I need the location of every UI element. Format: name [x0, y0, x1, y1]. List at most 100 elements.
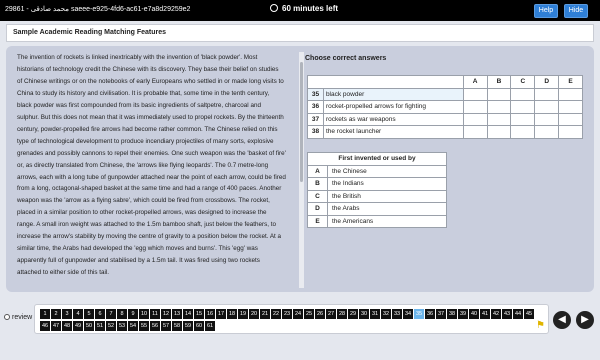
answer-cell-d[interactable]: [534, 112, 560, 126]
question-nav-button[interactable]: 44: [513, 309, 523, 319]
question-nav-button[interactable]: 32: [381, 309, 391, 319]
question-nav-button[interactable]: 50: [84, 321, 94, 331]
question-nav-button[interactable]: 61: [205, 321, 215, 331]
question-nav-button[interactable]: 24: [293, 309, 303, 319]
passage-line: attached to either side of this tail.: [17, 269, 110, 277]
question-nav-button[interactable]: 9: [128, 309, 138, 319]
answer-cell-c[interactable]: [510, 87, 536, 101]
answer-cell-b[interactable]: [486, 112, 512, 126]
question-nav-button[interactable]: 15: [194, 309, 204, 319]
answer-cell-c[interactable]: [510, 112, 536, 126]
question-nav-button[interactable]: 10: [139, 309, 149, 319]
right-arrow-icon[interactable]: ▶: [576, 311, 594, 329]
question-nav-button[interactable]: 11: [150, 309, 160, 319]
answer-cell-a[interactable]: [462, 125, 488, 139]
question-nav-button[interactable]: 6: [95, 309, 105, 319]
question-nav-button[interactable]: 29: [348, 309, 358, 319]
question-nav-button[interactable]: 18: [227, 309, 237, 319]
question-nav-button[interactable]: 46: [40, 321, 50, 331]
question-nav-button[interactable]: 36: [425, 309, 435, 319]
left-arrow-icon[interactable]: ◀: [553, 311, 571, 329]
question-nav-button[interactable]: 7: [106, 309, 116, 319]
answer-grid: ABCDE 35 black powder 36 rocket-propelled a…: [307, 75, 583, 139]
question-nav-button[interactable]: 45: [524, 309, 534, 319]
question-nav-button[interactable]: 39: [458, 309, 468, 319]
review-toggle[interactable]: review: [4, 314, 32, 321]
answer-cell-e[interactable]: [558, 112, 583, 126]
answer-cell-e[interactable]: [558, 87, 583, 101]
question-navigator: 1 2 3 4 5 6 7 8 9 10 11 12 13 14 15 16 17 18 19 20 21 22 23 24 2…: [34, 304, 549, 334]
passage-line: increase the arrow's stability by moving…: [17, 233, 282, 241]
question-nav-button[interactable]: 4: [73, 309, 83, 319]
answer-cell-e[interactable]: [558, 125, 583, 139]
question-nav-button[interactable]: 37: [436, 309, 446, 319]
question-nav-button[interactable]: 17: [216, 309, 226, 319]
question-nav-button[interactable]: 13: [172, 309, 182, 319]
question-nav-button[interactable]: 49: [73, 321, 83, 331]
passage-line: placed in a similar position to other ro…: [17, 209, 267, 217]
question-nav-button[interactable]: 58: [172, 321, 182, 331]
question-nav-button[interactable]: 25: [304, 309, 314, 319]
question-nav-button[interactable]: 56: [150, 321, 160, 331]
answer-cell-c[interactable]: [510, 125, 536, 139]
flag-icon[interactable]: ⚑: [536, 320, 545, 331]
question-nav-button[interactable]: 1: [40, 309, 50, 319]
passage-line: The invention of rockets is linked inext…: [17, 54, 258, 61]
scrollbar-thumb[interactable]: [300, 62, 303, 182]
question-nav-button[interactable]: 5: [84, 309, 94, 319]
question-nav-button[interactable]: 16: [205, 309, 215, 319]
answer-cell-d[interactable]: [534, 100, 560, 114]
question-nav-button[interactable]: 57: [161, 321, 171, 331]
question-nav-button[interactable]: 30: [359, 309, 369, 319]
question-nav-button[interactable]: 21: [260, 309, 270, 319]
answer-cell-b[interactable]: [486, 125, 512, 139]
question-nav-button[interactable]: 8: [117, 309, 127, 319]
answer-cell-b[interactable]: [486, 87, 512, 101]
question-nav-button[interactable]: 38: [447, 309, 457, 319]
question-nav-button[interactable]: 12: [161, 309, 171, 319]
question-nav-button[interactable]: 42: [491, 309, 501, 319]
help-button[interactable]: Help: [534, 4, 558, 18]
question-nav-button[interactable]: 43: [502, 309, 512, 319]
question-nav-button[interactable]: 35: [414, 309, 424, 319]
answer-cell-b[interactable]: [486, 100, 512, 114]
answer-cell-c[interactable]: [510, 100, 536, 114]
option-header-a: A: [462, 75, 488, 89]
question-nav-button[interactable]: 33: [392, 309, 402, 319]
question-nav-button[interactable]: 20: [249, 309, 259, 319]
answer-cell-d[interactable]: [534, 87, 560, 101]
question-nav-button[interactable]: 27: [326, 309, 336, 319]
question-label: the rocket launcher: [322, 125, 464, 139]
answer-cell-e[interactable]: [558, 100, 583, 114]
question-nav-button[interactable]: 41: [480, 309, 490, 319]
answer-cell-d[interactable]: [534, 125, 560, 139]
question-nav-button[interactable]: 26: [315, 309, 325, 319]
question-nav-button[interactable]: 52: [106, 321, 116, 331]
review-checkbox[interactable]: [4, 314, 10, 320]
question-nav-button[interactable]: 2: [51, 309, 61, 319]
question-nav-button[interactable]: 22: [271, 309, 281, 319]
question-nav-button[interactable]: 34: [403, 309, 413, 319]
passage-line: century, powder-propelled fire arrows ha…: [17, 125, 278, 133]
hide-button[interactable]: Hide: [564, 4, 588, 18]
question-nav-button[interactable]: 53: [117, 321, 127, 331]
answer-cell-a[interactable]: [462, 87, 488, 101]
question-nav-button[interactable]: 3: [62, 309, 72, 319]
question-nav-button[interactable]: 47: [51, 321, 61, 331]
question-nav-button[interactable]: 19: [238, 309, 248, 319]
question-nav-button[interactable]: 48: [62, 321, 72, 331]
legend-value: the Americans: [327, 214, 447, 228]
question-nav-button[interactable]: 23: [282, 309, 292, 319]
question-nav-button[interactable]: 54: [128, 321, 138, 331]
answer-cell-a[interactable]: [462, 112, 488, 126]
question-nav-button[interactable]: 31: [370, 309, 380, 319]
passage-scrollbar[interactable]: [299, 52, 304, 288]
question-nav-button[interactable]: 51: [95, 321, 105, 331]
question-nav-button[interactable]: 55: [139, 321, 149, 331]
question-nav-button[interactable]: 60: [194, 321, 204, 331]
answer-cell-a[interactable]: [462, 100, 488, 114]
question-nav-button[interactable]: 28: [337, 309, 347, 319]
question-nav-button[interactable]: 59: [183, 321, 193, 331]
question-nav-button[interactable]: 14: [183, 309, 193, 319]
question-nav-button[interactable]: 40: [469, 309, 479, 319]
